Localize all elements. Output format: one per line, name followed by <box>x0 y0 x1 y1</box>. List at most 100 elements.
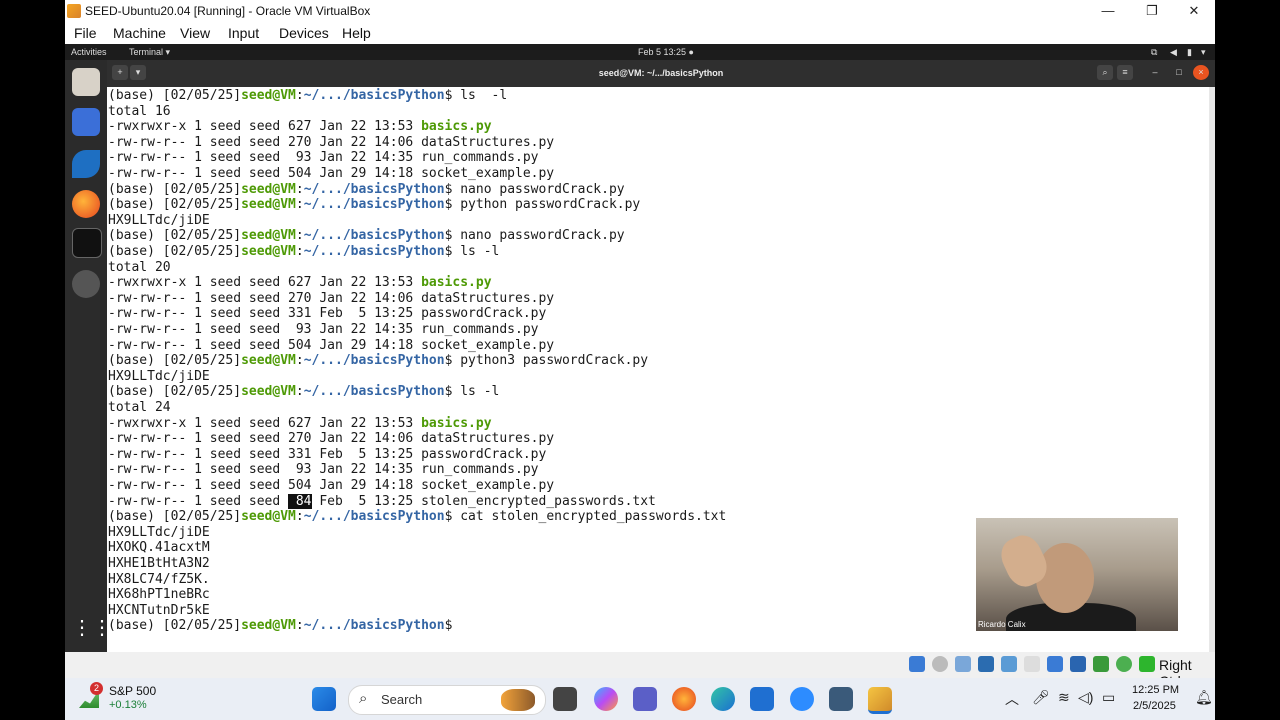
software-updater-icon[interactable] <box>72 270 100 298</box>
file-details: -rw-rw-r-- 1 seed seed 331 Feb 5 13:25 <box>108 446 422 462</box>
usb-icon[interactable] <box>1001 656 1017 672</box>
firefox-taskbar-icon[interactable] <box>672 687 696 711</box>
mouse-integration-icon[interactable] <box>1116 656 1132 672</box>
wifi-icon[interactable]: ≋ <box>1058 689 1070 706</box>
files-icon[interactable] <box>72 68 100 96</box>
show-apps-icon[interactable]: ⋮⋮ <box>72 614 112 642</box>
terminal-headerbar: + ▾ seed@VM: ~/.../basicsPython ⌕ ≡ – □ … <box>107 60 1215 87</box>
prompt-prefix: (base) [02/05/25] <box>108 88 242 103</box>
virtualbox-taskbar-icon[interactable] <box>829 687 853 711</box>
terminal-line: -rw-rw-r-- 1 seed seed 504 Jan 29 14:18 … <box>108 166 554 182</box>
terminal-line: HX9LLTdc/jiDE <box>108 525 210 541</box>
terminal-minimize-icon[interactable]: – <box>1147 65 1163 80</box>
virtualbox-vm-taskbar-icon[interactable] <box>868 687 892 714</box>
terminal-line: (base) [02/05/25]seed@VM:~/.../basicsPyt… <box>108 618 452 634</box>
microphone-icon[interactable]: 🎤︎ <box>1032 689 1050 706</box>
notification-bell-icon[interactable]: 🔔︎ <box>1195 689 1213 706</box>
output-text: HX68hPT1neBRc <box>108 587 210 603</box>
terminal-scrollbar[interactable] <box>1209 87 1215 652</box>
terminal-line: (base) [02/05/25]seed@VM:~/.../basicsPyt… <box>108 182 625 198</box>
prompt-path: ~/.../basicsPython <box>303 384 445 400</box>
activities-button[interactable]: Activities <box>71 47 107 57</box>
prompt-path: ~/.../basicsPython <box>303 509 445 525</box>
file-name: socket_example.py <box>421 166 555 181</box>
output-text: HX8LC74/fZ5K. <box>108 571 210 587</box>
menu-help[interactable]: Help <box>342 25 371 41</box>
terminal-line: total 20 <box>108 260 171 276</box>
taskbar-time[interactable]: 12:25 PM <box>1132 684 1179 696</box>
prompt-prefix: (base) [02/05/25] <box>108 384 242 400</box>
terminal-line: -rw-rw-r-- 1 seed seed 93 Jan 22 14:35 r… <box>108 462 538 478</box>
firefox-icon[interactable] <box>72 190 100 218</box>
menu-machine[interactable]: Machine <box>113 25 166 41</box>
menu-devices[interactable]: Devices <box>279 25 329 41</box>
battery-icon[interactable]: ▮ <box>1187 47 1192 58</box>
audio-icon[interactable] <box>955 656 971 672</box>
prompt-prefix: (base) [02/05/25] <box>108 618 242 634</box>
menu-file[interactable]: File <box>74 25 97 41</box>
zoom-icon[interactable] <box>790 687 814 711</box>
hdd-icon[interactable] <box>909 656 925 672</box>
task-view-icon[interactable] <box>553 687 577 711</box>
output-text: HX9LLTdc/jiDE <box>108 212 210 228</box>
terminal-app-menu[interactable]: Terminal ▾ <box>129 47 170 58</box>
file-name: basics.py <box>421 119 492 135</box>
wireshark-icon[interactable] <box>72 150 100 178</box>
network-adapter-icon[interactable] <box>978 656 994 672</box>
maximize-button[interactable]: ❐ <box>1131 0 1173 22</box>
speaker-icon[interactable]: ◁) <box>1078 689 1093 706</box>
stock-name[interactable]: S&P 500 <box>109 684 156 698</box>
cpu-icon[interactable] <box>1093 656 1109 672</box>
terminal-line: -rw-rw-r-- 1 seed seed 331 Feb 5 13:25 p… <box>108 306 546 322</box>
terminal-line: HXHE1BtHtA3N2 <box>108 556 210 572</box>
terminal-icon[interactable] <box>72 228 102 258</box>
terminal-close-icon[interactable]: × <box>1193 65 1209 80</box>
menu-view[interactable]: View <box>180 25 210 41</box>
terminal-line: total 16 <box>108 104 171 120</box>
optical-drive-icon[interactable] <box>932 656 948 672</box>
vbox-statusbar: Right Ctrl <box>65 652 1215 689</box>
recording-icon[interactable] <box>1070 656 1086 672</box>
taskbar-date[interactable]: 2/5/2025 <box>1133 700 1176 712</box>
file-name: passwordCrack.py <box>421 446 547 462</box>
terminal-line: -rwxrwxr-x 1 seed seed 627 Jan 22 13:53 … <box>108 275 492 291</box>
battery-taskbar-icon[interactable]: ▭ <box>1102 689 1115 706</box>
copilot-icon[interactable] <box>594 687 618 711</box>
chevron-up-icon[interactable]: ︿ <box>1005 689 1019 709</box>
keyboard-capture-icon[interactable] <box>1139 656 1155 672</box>
prompt-prefix: (base) [02/05/25] <box>108 228 242 244</box>
webcam-label: Ricardo Calix <box>978 620 1026 629</box>
search-icon[interactable]: ⌕ <box>1097 65 1113 80</box>
minimize-button[interactable]: — <box>1087 0 1129 22</box>
terminal-maximize-icon[interactable]: □ <box>1171 65 1187 80</box>
screenshot-icon[interactable] <box>72 108 100 136</box>
command-text: ls -l <box>452 384 500 400</box>
file-name: dataStructures.py <box>421 290 555 306</box>
terminal-line: -rw-rw-r-- 1 seed seed 504 Jan 29 14:18 … <box>108 478 554 494</box>
virtualbox-logo-icon <box>67 4 81 18</box>
store-icon[interactable] <box>750 687 774 711</box>
taskbar-search-box[interactable]: ⌕ Search <box>348 685 546 715</box>
shared-folders-icon[interactable] <box>1024 656 1040 672</box>
windows-start-icon[interactable] <box>312 687 336 711</box>
system-menu-icon[interactable]: ▾ <box>1201 47 1206 58</box>
file-name: run_commands.py <box>421 322 539 337</box>
terminal-line: HXOKQ.41acxtM <box>108 540 210 556</box>
terminal-line: -rw-rw-r-- 1 seed seed 93 Jan 22 14:35 r… <box>108 150 538 166</box>
network-icon[interactable]: ⧉ <box>1151 47 1157 58</box>
terminal-title: seed@VM: ~/.../basicsPython <box>598 68 724 78</box>
output-text: total 16 <box>108 103 171 119</box>
hamburger-menu-icon[interactable]: ≡ <box>1117 65 1133 80</box>
command-text: ls -l <box>452 88 508 103</box>
gnome-clock[interactable]: Feb 5 13:25 ● <box>638 47 694 57</box>
teams-icon[interactable] <box>633 687 657 711</box>
display-icon[interactable] <box>1047 656 1063 672</box>
output-text: total 20 <box>108 259 171 275</box>
volume-icon[interactable]: ◀ <box>1170 47 1177 58</box>
window-title: SEED-Ubuntu20.04 [Running] - Oracle VM V… <box>85 4 371 18</box>
close-button[interactable]: ✕ <box>1173 0 1215 22</box>
terminal-line: HX8LC74/fZ5K. <box>108 572 210 588</box>
file-details: -rw-rw-r-- 1 seed seed 93 Jan 22 14:35 <box>108 322 422 337</box>
menu-input[interactable]: Input <box>228 25 259 41</box>
edge-icon[interactable] <box>711 687 735 711</box>
